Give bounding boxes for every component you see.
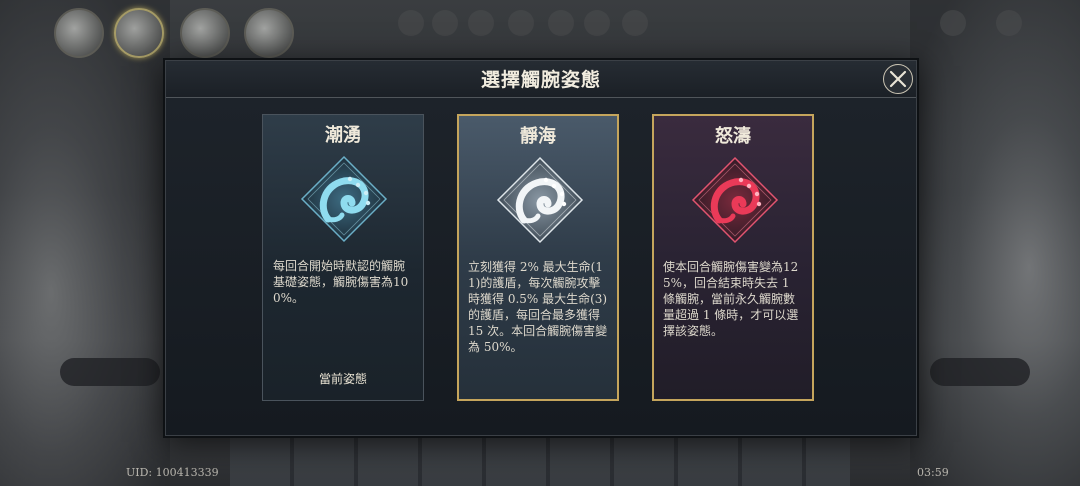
status-icon xyxy=(508,10,534,36)
background-pill xyxy=(60,358,160,386)
background-left xyxy=(0,0,170,486)
stance-name: 潮湧 xyxy=(325,125,361,146)
status-icon xyxy=(398,10,424,36)
status-icon xyxy=(432,10,458,36)
dialog-title: 選擇觸腕姿態 xyxy=(480,69,601,91)
status-icon xyxy=(940,10,966,36)
stance-select-dialog: 選擇觸腕姿態 潮湧 每回合開始時默認的觸腕基礎姿態，觸腕傷害為100%。 當前姿… xyxy=(165,60,917,436)
status-icon xyxy=(548,10,574,36)
party-avatar xyxy=(114,8,164,58)
stance-card-rage[interactable]: 怒濤 使本回合觸腕傷害變為125%，回合結束時失去 1 條觸腕，當前永久觸腕數量… xyxy=(652,114,814,401)
stance-description: 使本回合觸腕傷害變為125%，回合結束時失去 1 條觸腕，當前永久觸腕數量超過 … xyxy=(663,260,799,338)
close-button[interactable] xyxy=(883,64,913,94)
dialog-header: 選擇觸腕姿態 xyxy=(166,61,916,98)
party-avatar xyxy=(180,8,230,58)
stance-description: 立刻獲得 2% 最大生命(11)的護盾，每次觸腕攻擊時獲得 0.5% 最大生命(… xyxy=(468,260,608,354)
status-icon xyxy=(584,10,610,36)
stance-name: 怒濤 xyxy=(715,126,751,147)
current-stance-label: 當前姿態 xyxy=(318,372,367,386)
status-icon xyxy=(622,10,648,36)
clock-label: 03:59 xyxy=(917,466,949,479)
stance-name: 靜海 xyxy=(520,126,556,147)
tentacle-emblem-icon xyxy=(496,156,584,244)
party-avatar xyxy=(244,8,294,58)
uid-label: UID: 100413339 xyxy=(126,466,219,479)
stance-card-calm[interactable]: 靜海 立刻獲得 2% 最大生命(11)的護盾，每次觸腕攻擊時獲得 0.5% 最大… xyxy=(457,114,619,401)
close-x-icon xyxy=(889,70,907,88)
background-pill xyxy=(930,358,1030,386)
top-bar xyxy=(0,0,1080,58)
party-avatar xyxy=(54,8,104,58)
tentacle-emblem-icon xyxy=(300,155,388,243)
background-right xyxy=(910,0,1080,486)
stance-card-tide[interactable]: 潮湧 每回合開始時默認的觸腕基礎姿態，觸腕傷害為100%。 當前姿態 xyxy=(262,114,424,401)
tentacle-emblem-icon xyxy=(691,156,779,244)
background-card-row xyxy=(230,434,850,486)
status-icon xyxy=(468,10,494,36)
stance-description: 每回合開始時默認的觸腕基礎姿態，觸腕傷害為100%。 xyxy=(273,259,409,305)
status-icon xyxy=(996,10,1022,36)
